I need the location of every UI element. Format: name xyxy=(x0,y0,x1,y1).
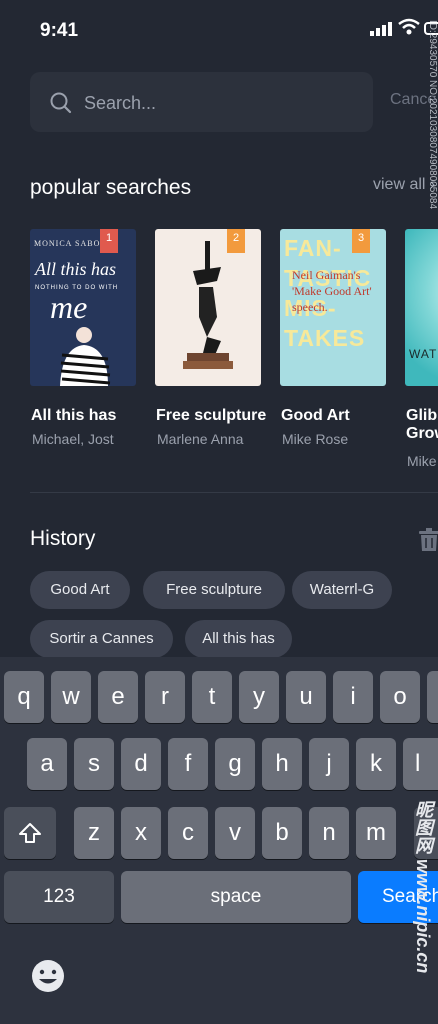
history-chip[interactable]: Good Art xyxy=(30,571,130,609)
book-author: Mike Rose xyxy=(282,431,349,447)
key-f[interactable]: f xyxy=(168,738,208,790)
key-h[interactable]: h xyxy=(262,738,302,790)
cover-title: All this has xyxy=(35,259,117,279)
history-chip[interactable]: All this has xyxy=(185,620,292,658)
rank-badge: 3 xyxy=(352,229,370,253)
popular-books-list: MONICA SABOLO All this has NOTHING TO DO… xyxy=(30,229,438,479)
cover-figure-illustration xyxy=(60,327,111,386)
numbers-key[interactable]: 123 xyxy=(4,871,114,923)
key-b[interactable]: b xyxy=(262,807,302,859)
popular-searches-title: popular searches xyxy=(30,176,192,199)
book-cover[interactable]: 2 xyxy=(155,229,261,386)
section-divider xyxy=(30,492,438,493)
history-chip[interactable]: Free sculpture xyxy=(143,571,285,609)
key-u[interactable]: u xyxy=(286,671,326,723)
book-title: Free sculpture xyxy=(156,407,267,424)
history-chip[interactable]: Waterrl-G xyxy=(292,571,392,609)
cover-title: WAT xyxy=(409,347,438,361)
key-a[interactable]: a xyxy=(27,738,67,790)
key-s[interactable]: s xyxy=(74,738,114,790)
cover-quote: Neil Gaiman's 'Make Good Art' speech. xyxy=(292,268,372,314)
book-cover[interactable]: MONICA SABOLO All this has NOTHING TO DO… xyxy=(30,229,136,386)
key-g[interactable]: g xyxy=(215,738,255,790)
key-q[interactable]: q xyxy=(4,671,44,723)
history-chip[interactable]: Sortir a Cannes xyxy=(30,620,173,658)
key-n[interactable]: n xyxy=(309,807,349,859)
keyboard: q w e r t y u i o a s d f g h j k l z x … xyxy=(0,657,438,1024)
book-author: Mike xyxy=(407,453,437,469)
key-d[interactable]: d xyxy=(121,738,161,790)
shift-key[interactable] xyxy=(4,807,56,859)
key-e[interactable]: e xyxy=(98,671,138,723)
key-o[interactable]: o xyxy=(380,671,420,723)
rank-badge: 1 xyxy=(100,229,118,253)
watermark-site: 昵图网 www.nipic.cn xyxy=(413,800,433,974)
shift-icon xyxy=(19,823,41,843)
book-author: Marlene Anna xyxy=(157,431,244,447)
space-key[interactable]: space xyxy=(121,871,351,923)
search-input[interactable] xyxy=(82,84,366,122)
cover-me: me xyxy=(50,289,88,325)
key-c[interactable]: c xyxy=(168,807,208,859)
search-bar[interactable] xyxy=(30,72,373,132)
signal-icon xyxy=(370,22,392,36)
key-w[interactable]: w xyxy=(51,671,91,723)
key-p[interactable] xyxy=(427,671,438,723)
history-title: History xyxy=(30,527,96,550)
key-z[interactable]: z xyxy=(74,807,114,859)
rank-badge: 2 xyxy=(227,229,245,253)
key-x[interactable]: x xyxy=(121,807,161,859)
key-j[interactable]: j xyxy=(309,738,349,790)
book-title: Good Art xyxy=(281,407,350,424)
status-time: 9:41 xyxy=(40,20,79,41)
status-bar: 9:41 xyxy=(0,0,438,60)
key-m[interactable]: m xyxy=(356,807,396,859)
emoji-icon[interactable] xyxy=(30,958,66,994)
book-cover[interactable]: FAN-TASTIC MIS-TAKES Neil Gaiman's 'Make… xyxy=(280,229,386,386)
book-author: Michael, Jost xyxy=(32,431,114,447)
key-v[interactable]: v xyxy=(215,807,255,859)
book-title-line2: Grow xyxy=(406,425,438,442)
book-title: Glib xyxy=(406,407,438,424)
key-k[interactable]: k xyxy=(356,738,396,790)
search-icon xyxy=(50,92,72,114)
key-l[interactable]: l xyxy=(403,738,438,790)
key-y[interactable]: y xyxy=(239,671,279,723)
book-title: All this has xyxy=(31,407,117,424)
book-cover[interactable]: WAT xyxy=(405,229,438,386)
key-i[interactable]: i xyxy=(333,671,373,723)
trash-icon[interactable] xyxy=(418,528,438,552)
cover-sculpture-illustration xyxy=(183,241,233,369)
key-r[interactable]: r xyxy=(145,671,185,723)
key-t[interactable]: t xyxy=(192,671,232,723)
watermark-id: ID:29430570 NO:20210308074908005084 xyxy=(427,20,438,210)
